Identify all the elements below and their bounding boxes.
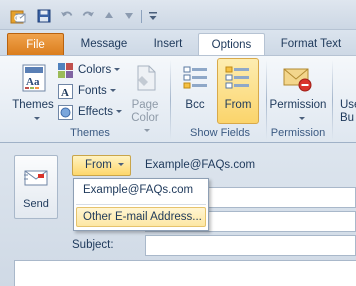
bcc-button[interactable]: Bcc: [176, 58, 214, 124]
themes-dropdown-arrow: [34, 117, 40, 120]
themes-label: Themes: [12, 99, 54, 111]
svg-text:Aa: Aa: [26, 76, 40, 88]
permission-group-label: Permission: [270, 127, 326, 139]
send-button[interactable]: Send: [14, 155, 58, 219]
message-body[interactable]: [14, 260, 356, 286]
permission-dropdown-arrow: [299, 117, 305, 120]
bcc-label: Bcc: [185, 99, 205, 111]
from-field-toggle[interactable]: From: [217, 58, 259, 124]
show-fields-group-label: Show Fields: [190, 127, 250, 139]
from-dropdown-button[interactable]: From: [72, 155, 131, 176]
permission-button[interactable]: Permission: [268, 58, 328, 124]
save-icon[interactable]: [37, 9, 51, 23]
use-voting-buttons-button[interactable]: Use Bu: [336, 58, 356, 124]
effects-dropdown-arrow: [115, 110, 122, 114]
move-down-icon[interactable]: [123, 9, 137, 23]
themes-icon: Aa: [22, 64, 46, 95]
quick-access-toolbar: O: [0, 0, 356, 30]
ribbon: Aa Themes Colors A Fonts Effects Page Co…: [0, 55, 356, 143]
from-dropdown-menu: Example@FAQs.com Other E-mail Address...: [73, 178, 209, 231]
page-color-dropdown-arrow: [143, 129, 150, 133]
svg-text:O: O: [14, 14, 20, 23]
toolbar-separator: [141, 10, 142, 23]
colors-label: Colors: [78, 64, 112, 76]
themes-button[interactable]: Aa Themes: [10, 58, 56, 124]
group-separator: [170, 60, 171, 140]
from-dropdown-arrow: [117, 163, 124, 167]
fonts-icon: A: [58, 84, 73, 99]
tab-options[interactable]: Options: [198, 33, 265, 56]
group-separator: [266, 60, 267, 140]
from-option-other-email-address[interactable]: Other E-mail Address...: [76, 207, 206, 227]
redo-icon[interactable]: [81, 9, 95, 23]
outlook-icon[interactable]: O: [10, 9, 26, 24]
page-color-label-line1: Page: [131, 99, 159, 111]
effects-icon: [58, 105, 73, 120]
colors-button[interactable]: Colors: [58, 60, 126, 80]
use-voting-label-line1: Use: [340, 99, 356, 111]
subject-label: Subject:: [72, 239, 114, 251]
from-field-label: From: [224, 99, 252, 111]
colors-icon: [58, 63, 73, 78]
permission-icon: [283, 65, 313, 96]
fonts-button[interactable]: A Fonts: [58, 81, 126, 101]
send-icon: [22, 169, 50, 192]
tab-format-text[interactable]: Format Text: [272, 33, 350, 56]
colors-dropdown-arrow: [114, 68, 121, 72]
ribbon-tab-bar: File Message Insert Options Format Text: [0, 30, 356, 56]
subject-field[interactable]: [145, 235, 356, 256]
group-separator: [332, 60, 333, 140]
customize-toolbar-icon[interactable]: [148, 9, 162, 23]
use-voting-label-line2: Bu: [340, 112, 355, 124]
page-color-icon: [134, 64, 158, 95]
bcc-icon: [183, 65, 209, 94]
svg-text:A: A: [61, 87, 69, 99]
fonts-label: Fonts: [78, 85, 107, 97]
page-color-label-line2: Color: [131, 112, 159, 124]
effects-label: Effects: [78, 106, 113, 118]
tab-insert[interactable]: Insert: [143, 33, 193, 56]
from-button-label: From: [85, 159, 112, 171]
tab-file[interactable]: File: [7, 33, 64, 56]
page-color-button[interactable]: Page Color: [126, 58, 164, 133]
themes-group-label: Themes: [70, 127, 110, 139]
tab-message[interactable]: Message: [73, 33, 135, 56]
undo-icon[interactable]: [60, 9, 74, 23]
from-option-example-faqs[interactable]: Example@FAQs.com: [76, 181, 206, 201]
send-label: Send: [23, 198, 49, 210]
from-field-icon: [225, 65, 251, 94]
from-address: Example@FAQs.com: [145, 159, 256, 171]
menu-separator: [76, 204, 206, 205]
move-up-icon[interactable]: [103, 9, 117, 23]
fonts-dropdown-arrow: [109, 89, 116, 93]
effects-button[interactable]: Effects: [58, 102, 126, 122]
permission-label: Permission: [269, 99, 327, 111]
